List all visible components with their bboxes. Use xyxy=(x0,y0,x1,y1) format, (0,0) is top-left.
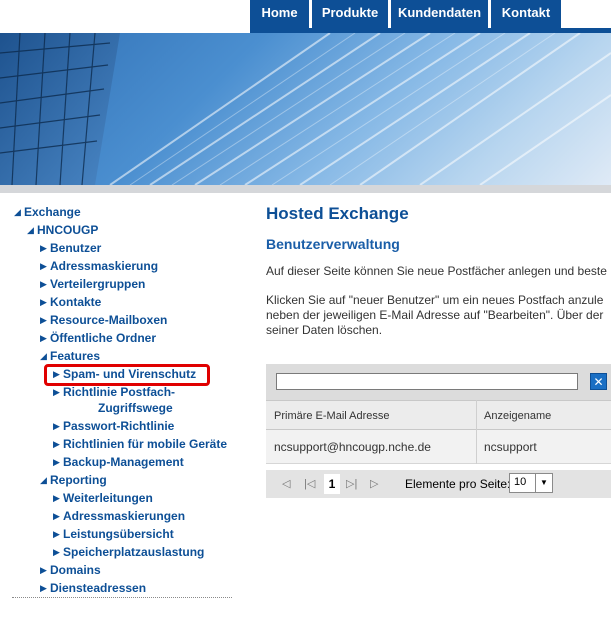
collapsed-arrow-icon: ▶ xyxy=(53,547,60,557)
grid-toolbar: ✕ xyxy=(266,364,611,400)
cell-display-name: ncsupport xyxy=(484,440,537,454)
cell-email: ncsupport@hncougp.nche.de xyxy=(274,440,431,454)
tree-item-hncougp[interactable]: ◢ HNCOUGP xyxy=(27,221,98,239)
collapsed-arrow-icon: ▶ xyxy=(53,439,60,449)
header-banner-image xyxy=(0,33,611,185)
collapsed-arrow-icon: ▶ xyxy=(40,565,47,575)
help-text-line-2: neben der jeweiligen E-Mail Adresse auf … xyxy=(266,308,604,322)
collapsed-arrow-icon: ▶ xyxy=(53,493,60,503)
nav-kontakt[interactable]: Kontakt xyxy=(491,0,561,28)
column-header-email[interactable]: Primäre E-Mail Adresse xyxy=(274,401,390,431)
grid-pager: ◁ |◁ 1 ▷| ▷ Elemente pro Seite: 10 ▼ xyxy=(266,470,611,498)
tree-item-verteilergruppen[interactable]: ▶ Verteilergruppen xyxy=(40,275,145,293)
help-text-line-3: seiner Daten löschen. xyxy=(266,323,383,337)
help-text-line-1: Klicken Sie auf "neuer Benutzer" um ein … xyxy=(266,293,604,307)
collapsed-arrow-icon: ▶ xyxy=(40,297,47,307)
current-page[interactable]: 1 xyxy=(324,474,340,494)
collapsed-arrow-icon: ▶ xyxy=(40,583,47,593)
collapsed-arrow-icon: ▶ xyxy=(40,315,47,325)
top-navigation: Home Produkte Kundendaten Kontakt xyxy=(0,0,611,33)
tree-item-weiterleitungen[interactable]: ▶ Weiterleitungen xyxy=(53,489,153,507)
tree-item-exchange[interactable]: ◢ Exchange xyxy=(14,203,81,221)
building-glass-illustration xyxy=(0,33,611,185)
sidebar-divider xyxy=(12,597,232,598)
banner-bottom-bar xyxy=(0,185,611,193)
expanded-arrow-icon: ◢ xyxy=(40,351,47,361)
tree-item-speicherplatzauslastung[interactable]: ▶ Speicherplatzauslastung xyxy=(53,543,204,561)
page-size-select[interactable]: 10 ▼ xyxy=(509,473,553,493)
first-page-icon[interactable]: |◁ xyxy=(304,477,315,490)
expanded-arrow-icon: ◢ xyxy=(14,207,21,217)
tree-item-oeffentliche-ordner[interactable]: ▶ Öffentliche Ordner xyxy=(40,329,156,347)
grid-search-input[interactable] xyxy=(276,373,578,390)
chevron-down-icon[interactable]: ▼ xyxy=(535,474,552,492)
tree-item-passwort-richtlinie[interactable]: ▶ Passwort-Richtlinie xyxy=(53,417,174,435)
section-title: Benutzerverwaltung xyxy=(266,236,400,252)
tree-item-richtlinie-postfach-line2[interactable]: Zugriffswege xyxy=(98,399,173,417)
page-size-label: Elemente pro Seite: xyxy=(405,477,511,491)
collapsed-arrow-icon: ▶ xyxy=(53,457,60,467)
mailbox-grid: ✕ Primäre E-Mail Adresse Anzeigename ncs… xyxy=(266,364,611,500)
intro-text: Auf dieser Seite können Sie neue Postfäc… xyxy=(266,264,607,278)
tree-item-features[interactable]: ◢ Features xyxy=(40,347,100,365)
table-row[interactable]: ncsupport@hncougp.nche.de ncsupport xyxy=(266,430,611,464)
next-arrow-icon[interactable]: ▷ xyxy=(370,477,378,490)
tree-item-backup-management[interactable]: ▶ Backup-Management xyxy=(53,453,184,471)
clear-icon[interactable]: ✕ xyxy=(590,373,607,390)
column-separator xyxy=(476,400,477,464)
red-highlight-box xyxy=(44,364,210,386)
collapsed-arrow-icon: ▶ xyxy=(40,243,47,253)
tree-item-benutzer[interactable]: ▶ Benutzer xyxy=(40,239,101,257)
tree-item-adressmaskierungen[interactable]: ▶ Adressmaskierungen xyxy=(53,507,185,525)
tree-item-diensteadressen[interactable]: ▶ Diensteadressen xyxy=(40,579,146,597)
collapsed-arrow-icon: ▶ xyxy=(53,421,60,431)
nav-kundendaten[interactable]: Kundendaten xyxy=(391,0,488,28)
grid-header: Primäre E-Mail Adresse Anzeigename xyxy=(266,400,611,430)
page-title: Hosted Exchange xyxy=(266,204,409,223)
collapsed-arrow-icon: ▶ xyxy=(40,261,47,271)
prev-arrow-icon[interactable]: ◁ xyxy=(282,477,290,490)
last-page-icon[interactable]: ▷| xyxy=(346,477,357,490)
tree-item-mobile-richtlinien[interactable]: ▶ Richtlinien für mobile Geräte xyxy=(53,435,227,453)
tree-item-kontakte[interactable]: ▶ Kontakte xyxy=(40,293,101,311)
column-header-display-name[interactable]: Anzeigename xyxy=(484,401,551,431)
expanded-arrow-icon: ◢ xyxy=(40,475,47,485)
collapsed-arrow-icon: ▶ xyxy=(40,333,47,343)
collapsed-arrow-icon: ▶ xyxy=(53,511,60,521)
page-size-value: 10 xyxy=(514,476,527,488)
collapsed-arrow-icon: ▶ xyxy=(53,529,60,539)
tree-item-adressmaskierung[interactable]: ▶ Adressmaskierung xyxy=(40,257,158,275)
nav-produkte[interactable]: Produkte xyxy=(312,0,388,28)
tree-item-domains[interactable]: ▶ Domains xyxy=(40,561,101,579)
tree-item-resource-mailboxen[interactable]: ▶ Resource-Mailboxen xyxy=(40,311,167,329)
collapsed-arrow-icon: ▶ xyxy=(40,279,47,289)
tree-item-reporting[interactable]: ◢ Reporting xyxy=(40,471,107,489)
nav-home[interactable]: Home xyxy=(250,0,309,28)
tree-item-leistungsuebersicht[interactable]: ▶ Leistungsübersicht xyxy=(53,525,174,543)
expanded-arrow-icon: ◢ xyxy=(27,225,34,235)
